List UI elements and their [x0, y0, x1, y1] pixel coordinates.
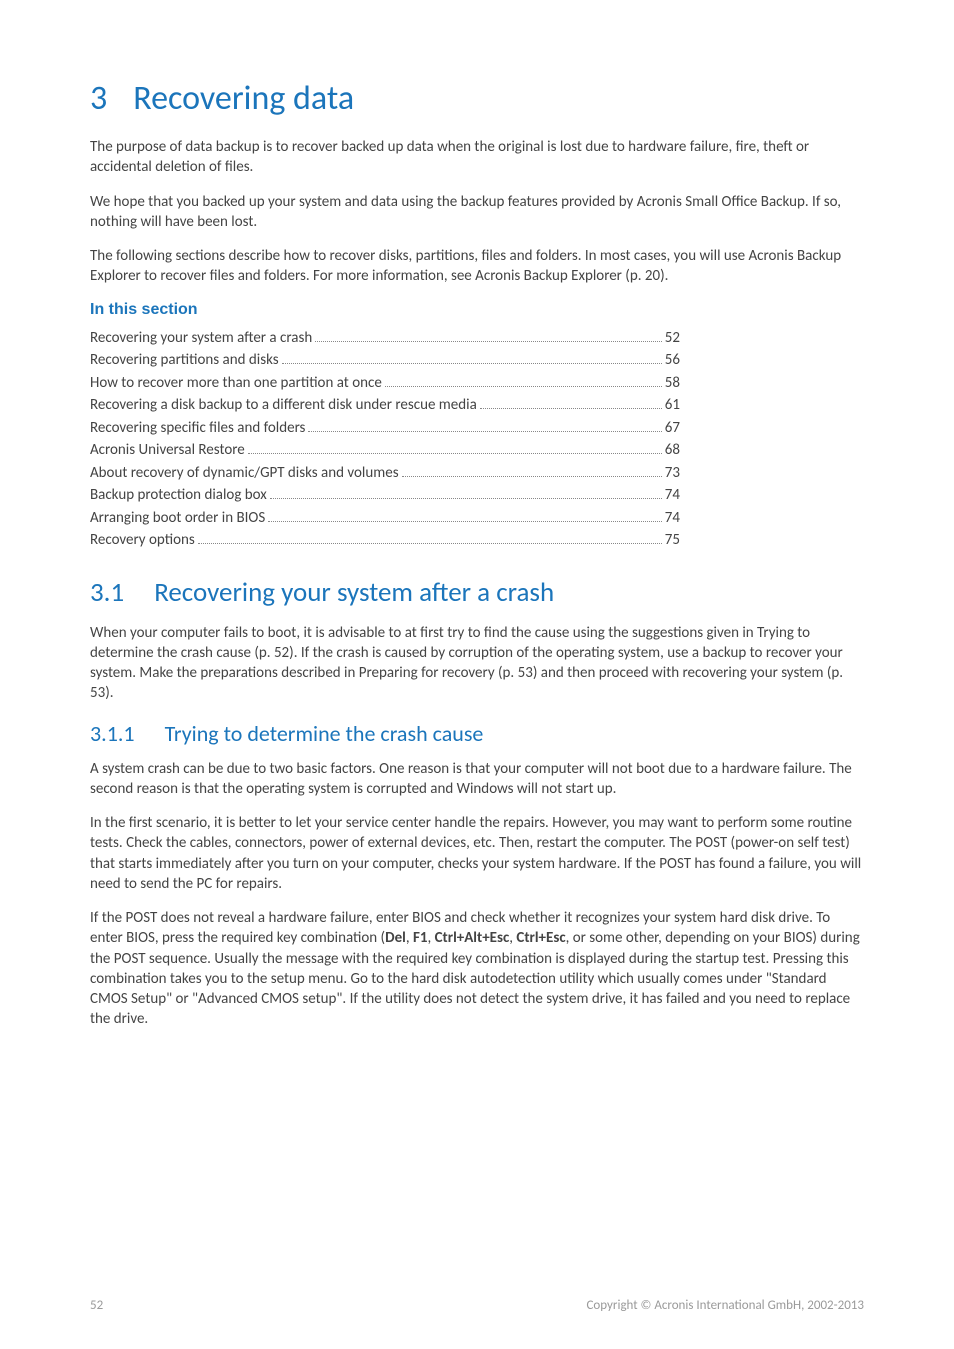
- toc-dots: [308, 431, 661, 432]
- key-f1: F1: [413, 929, 428, 947]
- toc-row: Recovery options 75: [90, 529, 680, 552]
- subsection-number: 3.1.1: [90, 720, 135, 747]
- toc-page: 75: [665, 529, 680, 552]
- p3-sep1: ,: [406, 929, 413, 947]
- intro-paragraph-3: The following sections describe how to r…: [90, 246, 864, 287]
- toc-label: About recovery of dynamic/GPT disks and …: [90, 462, 399, 485]
- toc-page: 61: [665, 394, 680, 417]
- toc-dots: [282, 363, 662, 364]
- toc-dots: [402, 476, 662, 477]
- key-del: Del: [385, 929, 406, 947]
- p3-sep2: ,: [427, 929, 434, 947]
- toc-page: 73: [665, 462, 680, 485]
- toc-row: Arranging boot order in BIOS 74: [90, 507, 680, 530]
- page-footer: 52 Copyright © Acronis International Gmb…: [90, 1298, 864, 1313]
- toc-dots: [315, 341, 662, 342]
- footer-page-number: 52: [90, 1298, 103, 1313]
- toc-dots: [480, 408, 662, 409]
- toc-dots: [270, 498, 662, 499]
- subsection-paragraph-2: In the first scenario, it is better to l…: [90, 813, 864, 894]
- in-this-section-heading: In this section: [90, 301, 864, 319]
- toc-row: Recovering a disk backup to a different …: [90, 394, 680, 417]
- toc-page: 68: [665, 439, 680, 462]
- toc-page: 67: [665, 417, 680, 440]
- toc-row: About recovery of dynamic/GPT disks and …: [90, 462, 680, 485]
- toc-page: 74: [665, 507, 680, 530]
- toc-label: Acronis Universal Restore: [90, 439, 245, 462]
- subsection-paragraph-3: If the POST does not reveal a hardware f…: [90, 908, 864, 1030]
- toc-label: Arranging boot order in BIOS: [90, 507, 265, 530]
- toc-page: 56: [665, 349, 680, 372]
- key-ctrl-esc: Ctrl+Esc: [516, 929, 565, 947]
- toc-label: Backup protection dialog box: [90, 484, 267, 507]
- toc-page: 52: [665, 327, 680, 350]
- toc-page: 74: [665, 484, 680, 507]
- chapter-title: Recovering data: [133, 78, 354, 119]
- toc-row: Recovering partitions and disks 56: [90, 349, 680, 372]
- subsection-paragraph-1: A system crash can be due to two basic f…: [90, 759, 864, 800]
- toc-label: Recovering your system after a crash: [90, 327, 312, 350]
- subsection-heading: 3.1.1 Trying to determine the crash cause: [90, 720, 864, 747]
- intro-paragraph-2: We hope that you backed up your system a…: [90, 192, 864, 233]
- toc-label: Recovering partitions and disks: [90, 349, 279, 372]
- toc-row: Backup protection dialog box 74: [90, 484, 680, 507]
- toc-label: Recovering specific files and folders: [90, 417, 305, 440]
- toc-label: How to recover more than one partition a…: [90, 372, 382, 395]
- intro-paragraph-1: The purpose of data backup is to recover…: [90, 137, 864, 178]
- toc-dots: [198, 543, 662, 544]
- toc-label: Recovery options: [90, 529, 195, 552]
- toc-row: Recovering your system after a crash 52: [90, 327, 680, 350]
- chapter-heading: 3 Recovering data: [90, 78, 864, 119]
- toc-page: 58: [665, 372, 680, 395]
- toc-label: Recovering a disk backup to a different …: [90, 394, 477, 417]
- key-ctrl-alt-esc: Ctrl+Alt+Esc: [435, 929, 510, 947]
- footer-copyright: Copyright © Acronis International GmbH, …: [586, 1298, 864, 1313]
- section-title: Recovering your system after a crash: [154, 576, 554, 609]
- toc-row: Acronis Universal Restore 68: [90, 439, 680, 462]
- section-body: When your computer fails to boot, it is …: [90, 623, 864, 704]
- chapter-number: 3: [90, 78, 107, 119]
- toc-dots: [268, 521, 662, 522]
- toc-dots: [248, 453, 662, 454]
- toc-dots: [385, 386, 662, 387]
- table-of-contents: Recovering your system after a crash 52 …: [90, 327, 680, 552]
- toc-row: How to recover more than one partition a…: [90, 372, 680, 395]
- section-number: 3.1: [90, 576, 124, 609]
- subsection-title: Trying to determine the crash cause: [165, 720, 484, 747]
- toc-row: Recovering specific files and folders 67: [90, 417, 680, 440]
- section-heading: 3.1 Recovering your system after a crash: [90, 576, 864, 609]
